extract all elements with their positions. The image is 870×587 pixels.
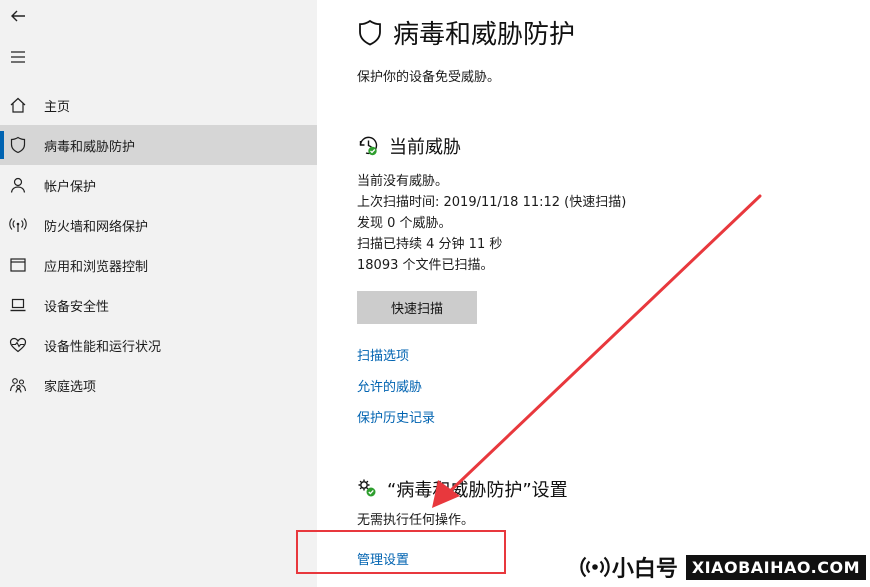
manage-settings-link[interactable]: 管理设置 [357, 549, 409, 568]
shield-icon [0, 125, 36, 165]
sidebar-item-label: 主页 [44, 99, 71, 115]
files-scanned-text: 18093 个文件已扫描。 [357, 258, 494, 273]
sidebar-item-label: 设备性能和运行状况 [44, 339, 162, 355]
browser-window-icon [0, 245, 36, 285]
main-content: 病毒和威胁防护 保护你的设备免受威胁。 当前威胁 当前没有威胁。 上次扫描时间:… [317, 0, 870, 587]
sidebar-item-firewall[interactable]: 防火墙和网络保护 [0, 205, 317, 245]
protection-history-link[interactable]: 保护历史记录 [357, 407, 435, 426]
sidebar-item-label: 设备安全性 [44, 299, 110, 315]
person-icon [0, 165, 36, 205]
scan-duration-text: 扫描已持续 4 分钟 11 秒 [357, 237, 503, 252]
scan-options-link[interactable]: 扫描选项 [357, 345, 409, 364]
sidebar-item-device-performance[interactable]: 设备性能和运行状况 [0, 325, 317, 365]
sidebar-item-label: 病毒和威胁防护 [44, 139, 136, 155]
sidebar-item-label: 家庭选项 [44, 379, 97, 395]
hamburger-icon [11, 51, 25, 63]
quick-scan-button[interactable]: 快速扫描 [357, 291, 477, 324]
sidebar-item-virus-protection[interactable]: 病毒和威胁防护 [0, 125, 317, 165]
allowed-threats-link[interactable]: 允许的威胁 [357, 376, 422, 395]
sidebar-item-app-browser-control[interactable]: 应用和浏览器控制 [0, 245, 317, 285]
sidebar-item-label: 防火墙和网络保护 [44, 219, 149, 235]
threat-info: 当前没有威胁。 上次扫描时间: 2019/11/18 11:12 (快速扫描) … [357, 171, 626, 276]
wireless-icon [0, 205, 36, 245]
sidebar-item-device-security[interactable]: 设备安全性 [0, 285, 317, 325]
threats-found-text: 发现 0 个威胁。 [357, 216, 452, 231]
windows-security-window: 主页 病毒和威胁防护 帐户保护 防火墙和网络保护 应用和浏览器控制 设备安全性 … [0, 0, 870, 587]
sidebar-item-label: 应用和浏览器控制 [44, 259, 149, 275]
page-header: 病毒和威胁防护 [357, 14, 575, 51]
page-title: 病毒和威胁防护 [393, 20, 576, 50]
scan-clock-check-icon [359, 136, 378, 156]
current-threats-header: 当前威胁 [357, 133, 461, 159]
sidebar-nav: 主页 病毒和威胁防护 帐户保护 防火墙和网络保护 应用和浏览器控制 设备安全性 … [0, 85, 317, 405]
sidebar: 主页 病毒和威胁防护 帐户保护 防火墙和网络保护 应用和浏览器控制 设备安全性 … [0, 0, 317, 587]
shield-icon [359, 19, 381, 45]
sidebar-item-account-protection[interactable]: 帐户保护 [0, 165, 317, 205]
home-icon [0, 85, 36, 125]
settings-status-text: 无需执行任何操作。 [357, 513, 475, 528]
family-icon [0, 365, 36, 405]
page-subtitle: 保护你的设备免受威胁。 [357, 70, 501, 85]
protection-settings-header: “病毒和威胁防护”设置 [357, 476, 568, 502]
laptop-icon [0, 285, 36, 325]
threat-status-text: 当前没有威胁。 [357, 174, 449, 189]
current-threats-title: 当前威胁 [389, 137, 461, 158]
gear-check-icon [358, 479, 376, 497]
back-arrow-icon [11, 10, 25, 22]
last-scan-text: 上次扫描时间: 2019/11/18 11:12 (快速扫描) [357, 195, 627, 210]
sidebar-item-home[interactable]: 主页 [0, 85, 317, 125]
back-button[interactable] [0, 0, 36, 32]
sidebar-item-label: 帐户保护 [44, 179, 97, 195]
menu-button[interactable] [0, 40, 36, 74]
protection-settings-title: “病毒和威胁防护”设置 [387, 480, 568, 501]
heart-pulse-icon [0, 325, 36, 365]
sidebar-item-family-options[interactable]: 家庭选项 [0, 365, 317, 405]
